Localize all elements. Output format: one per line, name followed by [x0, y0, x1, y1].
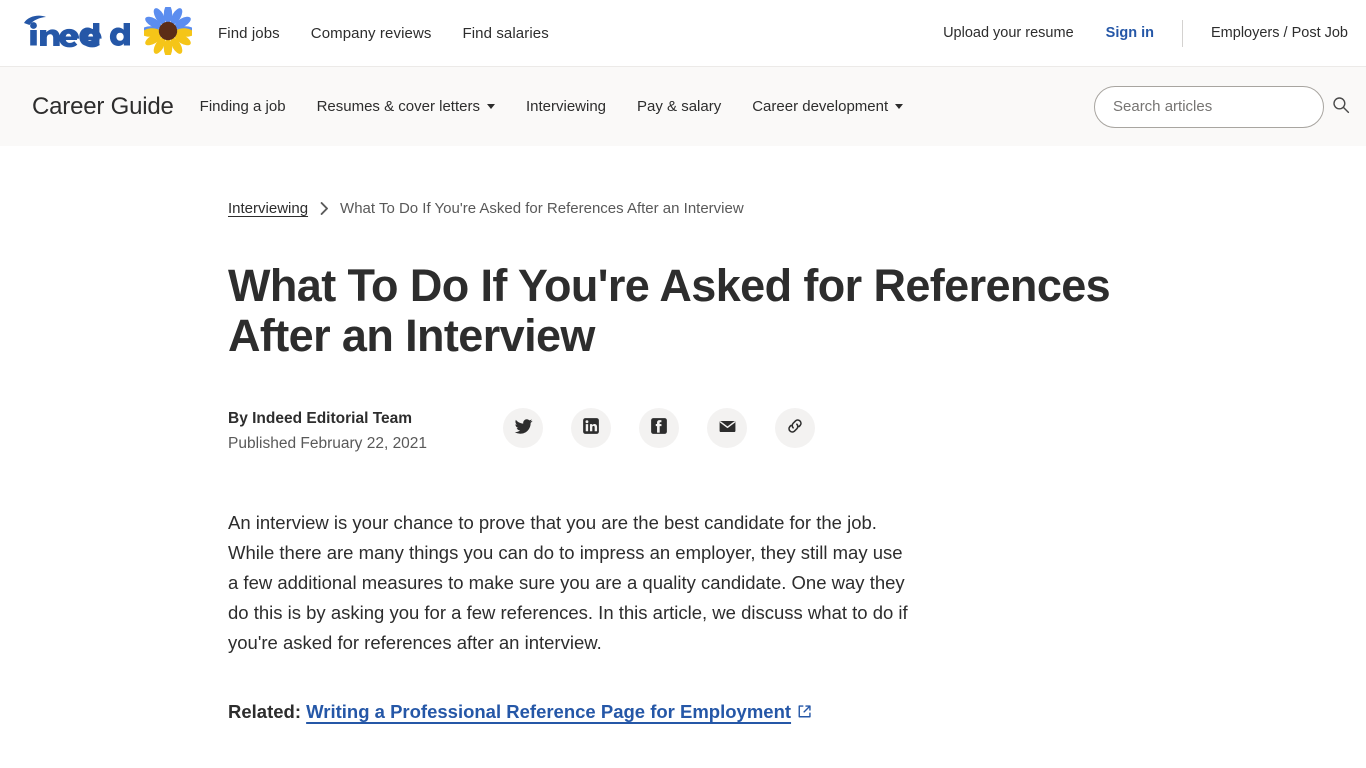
- cg-item-pay-salary[interactable]: Pay & salary: [637, 98, 721, 115]
- twitter-icon: [514, 417, 533, 439]
- header-divider: [1182, 19, 1183, 47]
- share-linkedin-button[interactable]: [571, 407, 612, 448]
- chevron-right-icon: [320, 202, 329, 215]
- related-label: Related:: [228, 700, 301, 722]
- global-header-left: Find jobs Company reviews Find salaries: [22, 4, 580, 60]
- cg-item-label: Interviewing: [525, 98, 607, 115]
- share-facebook-button[interactable]: [639, 407, 680, 448]
- cg-item-interviewing[interactable]: Interviewing: [526, 98, 606, 115]
- career-guide-nav: Career Guide Finding a job Resumes & cov…: [0, 66, 1366, 146]
- search-submit-button[interactable]: [1332, 96, 1350, 117]
- global-nav-links: Find jobs Company reviews Find salaries: [218, 25, 580, 42]
- intro-paragraph: An interview is your chance to prove tha…: [228, 511, 908, 653]
- page-title: What To Do If You're Asked for Reference…: [228, 260, 1111, 361]
- related-article-link[interactable]: Writing a Professional Reference Page fo…: [306, 701, 791, 722]
- nav-find-jobs[interactable]: Find jobs: [218, 25, 280, 42]
- share-buttons: [503, 407, 816, 448]
- global-header: Find jobs Company reviews Find salaries …: [0, 0, 1366, 66]
- cg-item-label: Finding a job: [199, 98, 286, 115]
- indeed-wordmark-icon: [22, 14, 132, 53]
- article-author: By Indeed Editorial Team: [228, 409, 413, 427]
- global-header-right: Upload your resume Sign in Employers / P…: [943, 19, 1348, 47]
- search-icon: [1332, 96, 1350, 117]
- sign-in-link[interactable]: Sign in: [1106, 25, 1154, 41]
- breadcrumb: Interviewing What To Do If You're Asked …: [228, 200, 1326, 217]
- cg-item-finding-a-job[interactable]: Finding a job: [200, 98, 286, 115]
- chevron-down-icon: [895, 104, 904, 109]
- upload-resume-link[interactable]: Upload your resume: [943, 25, 1074, 41]
- cg-item-label: Resumes & cover letters: [316, 98, 480, 115]
- breadcrumb-current: What To Do If You're Asked for Reference…: [340, 200, 744, 217]
- link-icon: [785, 416, 805, 439]
- share-email-button[interactable]: [707, 407, 748, 448]
- cg-item-label: Career development: [752, 98, 889, 115]
- search-input[interactable]: [1094, 85, 1324, 128]
- nav-find-salaries[interactable]: Find salaries: [462, 25, 548, 42]
- byline-row: By Indeed Editorial Team Published Febru…: [228, 407, 1326, 456]
- career-guide-nav-items: Finding a job Resumes & cover letters In…: [200, 98, 934, 115]
- article-main: Interviewing What To Do If You're Asked …: [0, 200, 1366, 727]
- article-published-date: Published February 22, 2021: [228, 434, 428, 452]
- external-link-icon: [797, 699, 812, 727]
- related-line: Related: Writing a Professional Referenc…: [228, 698, 1326, 727]
- byline: By Indeed Editorial Team Published Febru…: [228, 407, 427, 456]
- email-icon: [718, 417, 737, 439]
- related-link-text: Writing a Professional Reference Page fo…: [306, 700, 792, 722]
- nav-company-reviews[interactable]: Company reviews: [311, 25, 432, 42]
- share-twitter-button[interactable]: [503, 407, 544, 448]
- employers-post-job-link[interactable]: Employers / Post Job: [1211, 25, 1348, 41]
- share-link-button[interactable]: [775, 407, 816, 448]
- breadcrumb-parent-link[interactable]: Interviewing: [228, 200, 308, 217]
- cg-item-resumes-cover-letters[interactable]: Resumes & cover letters: [317, 98, 495, 115]
- career-guide-title[interactable]: Career Guide: [32, 93, 174, 121]
- cg-item-career-development[interactable]: Career development: [752, 98, 904, 115]
- linkedin-icon: [582, 417, 600, 438]
- facebook-icon: [650, 417, 668, 438]
- chevron-down-icon: [486, 104, 495, 109]
- sunflower-icon: [142, 4, 194, 60]
- indeed-logo-link[interactable]: [22, 4, 194, 60]
- search-area: [1094, 85, 1350, 128]
- cg-item-label: Pay & salary: [637, 98, 722, 115]
